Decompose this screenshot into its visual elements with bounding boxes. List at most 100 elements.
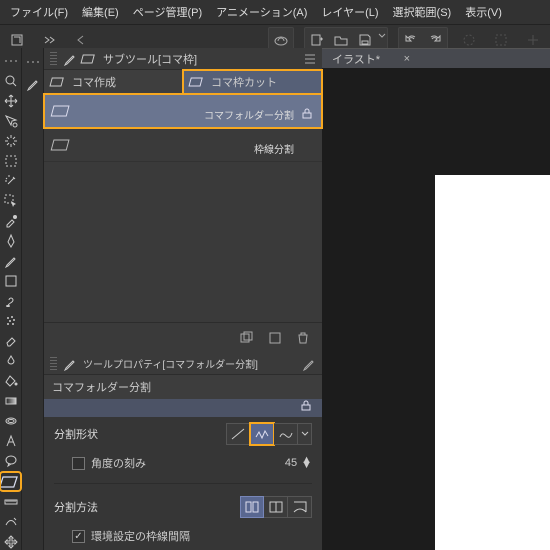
sub-grip-icon	[23, 52, 42, 71]
panel-pen-icon	[63, 52, 77, 66]
toolbar	[0, 48, 22, 550]
tab-frame-cut[interactable]: コマ枠カット	[183, 70, 322, 94]
shape-dropdown[interactable]	[298, 423, 312, 445]
tool-pen-icon[interactable]	[1, 232, 20, 249]
tool-wand-icon[interactable]	[1, 172, 20, 189]
tool-balloon-icon[interactable]	[1, 453, 20, 470]
subtool-list: コマフォルダー分割 枠線分割	[44, 94, 322, 162]
lock-icon[interactable]	[301, 401, 312, 415]
tool-light-icon[interactable]	[1, 132, 20, 149]
tool-linework-icon[interactable]	[1, 513, 20, 530]
method-segmented	[240, 496, 312, 518]
tool-gradient-icon[interactable]	[1, 393, 20, 410]
document-tabbar: イラスト* ×	[322, 48, 550, 68]
panel-grip-icon[interactable]	[50, 357, 57, 371]
tool-brush-icon[interactable]	[1, 293, 20, 310]
tool-eyedropper-icon[interactable]	[1, 212, 20, 229]
subtool-delete-icon[interactable]	[292, 327, 314, 349]
menu-layer[interactable]: レイヤー(L)	[321, 4, 378, 20]
tool-pencil-icon[interactable]	[1, 252, 20, 269]
tool-text-icon[interactable]	[1, 433, 20, 450]
tab-frame-create[interactable]: コマ作成	[44, 70, 183, 94]
panel-grip-icon[interactable]	[50, 52, 57, 66]
env-label: 環境設定の枠線間隔	[91, 528, 190, 544]
menu-view[interactable]: 表示(V)	[465, 4, 502, 20]
toolprop-group-label: コマフォルダー分割	[52, 379, 151, 395]
panel-edit-icon[interactable]	[302, 357, 316, 371]
prop-angle-row: 角度の刻み 45 ▲▼	[54, 455, 312, 471]
prop-shape-row: 分割形状	[54, 423, 312, 445]
panel-frame-icon	[83, 52, 97, 66]
shape-polyline[interactable]	[250, 423, 274, 445]
menu-page[interactable]: ページ管理(P)	[133, 4, 202, 20]
panel-menu-icon[interactable]	[304, 53, 316, 65]
menu-file[interactable]: ファイル(F)	[10, 4, 68, 20]
menubar: ファイル(F) 編集(E) ページ管理(P) アニメーション(A) レイヤー(L…	[0, 0, 550, 25]
panel-pen-icon	[63, 357, 77, 371]
tool-spray-icon[interactable]	[1, 313, 20, 330]
subtool-item-label: 枠線分割	[254, 141, 294, 156]
tool-frame-icon[interactable]	[1, 473, 20, 490]
angle-stepper[interactable]: ▲▼	[301, 458, 312, 468]
angle-label: 角度の刻み	[91, 455, 146, 471]
tool-marquee-icon[interactable]	[1, 152, 20, 169]
subtool-item-label: コマフォルダー分割	[204, 107, 294, 122]
tab-create-icon	[52, 75, 66, 89]
folder-split-icon	[54, 102, 72, 120]
shape-curve[interactable]	[274, 423, 298, 445]
border-split-icon	[54, 136, 72, 154]
menu-anim[interactable]: アニメーション(A)	[216, 4, 307, 20]
tool-ruler-icon[interactable]	[1, 493, 20, 510]
menu-select[interactable]: 選択範囲(S)	[393, 4, 452, 20]
menu-edit[interactable]: 編集(E)	[82, 4, 119, 20]
lock-icon	[302, 109, 312, 122]
tool-move-icon[interactable]	[1, 92, 20, 109]
toolprop-panel-header[interactable]: ツールプロパティ[コマフォルダー分割]	[44, 353, 322, 375]
prop-env-row: 環境設定の枠線間隔	[54, 528, 312, 544]
subtool-panel-title: サブツール[コマ枠]	[103, 51, 197, 67]
prop-method-label: 分割方法	[54, 499, 124, 515]
subtool-new-icon[interactable]	[264, 327, 286, 349]
tool-selectlayer-icon[interactable]	[1, 112, 20, 129]
tab-cut-icon	[191, 75, 205, 89]
divider	[54, 483, 312, 484]
canvas[interactable]	[435, 175, 550, 550]
tool-grip-icon	[1, 52, 20, 69]
tool-zoom-icon[interactable]	[1, 72, 20, 89]
tool-fill-icon[interactable]	[1, 373, 20, 390]
tool-contour-icon[interactable]	[1, 413, 20, 430]
angle-value: 45	[285, 457, 297, 469]
subtoolbar	[22, 48, 44, 550]
sub-pen-icon[interactable]	[23, 74, 42, 93]
shape-straight[interactable]	[226, 423, 250, 445]
canvas-area[interactable]	[322, 68, 550, 550]
subtool-item-border-split[interactable]: 枠線分割	[44, 128, 322, 162]
toolprop-lockbar	[44, 399, 322, 417]
subtool-empty	[44, 162, 322, 322]
toolprop-body: 分割形状 角度の刻み 45 ▲▼ 分割方法	[44, 417, 322, 550]
subtool-panel-header[interactable]: サブツール[コマ枠]	[44, 48, 322, 70]
method-opt1[interactable]	[240, 496, 264, 518]
subtool-tabs: コマ作成 コマ枠カット	[44, 70, 322, 94]
tab-cut-label: コマ枠カット	[211, 74, 277, 90]
document-title: イラスト*	[332, 51, 380, 67]
tool-selectpick-icon[interactable]	[1, 192, 20, 209]
dropdown-caret-icon[interactable]	[378, 29, 386, 43]
prop-shape-label: 分割形状	[54, 426, 124, 442]
tool-shape-icon[interactable]	[1, 273, 20, 290]
document-tab[interactable]: イラスト* ×	[322, 49, 420, 68]
tab-close-icon[interactable]: ×	[404, 53, 410, 65]
angle-value-field[interactable]: 45 ▲▼	[285, 457, 312, 469]
env-checkbox[interactable]	[72, 530, 85, 543]
subtool-dup-icon[interactable]	[236, 327, 258, 349]
tool-eraser-icon[interactable]	[1, 333, 20, 350]
tool-transform-icon[interactable]	[1, 533, 20, 550]
method-opt2[interactable]	[264, 496, 288, 518]
toolprop-panel-title: ツールプロパティ[コマフォルダー分割]	[83, 356, 258, 371]
subtool-item-folder-split[interactable]: コマフォルダー分割	[44, 94, 322, 128]
angle-checkbox[interactable]	[72, 457, 85, 470]
tab-create-label: コマ作成	[72, 74, 116, 90]
shape-segmented	[226, 423, 312, 445]
tool-blend-icon[interactable]	[1, 353, 20, 370]
method-opt3[interactable]	[288, 496, 312, 518]
